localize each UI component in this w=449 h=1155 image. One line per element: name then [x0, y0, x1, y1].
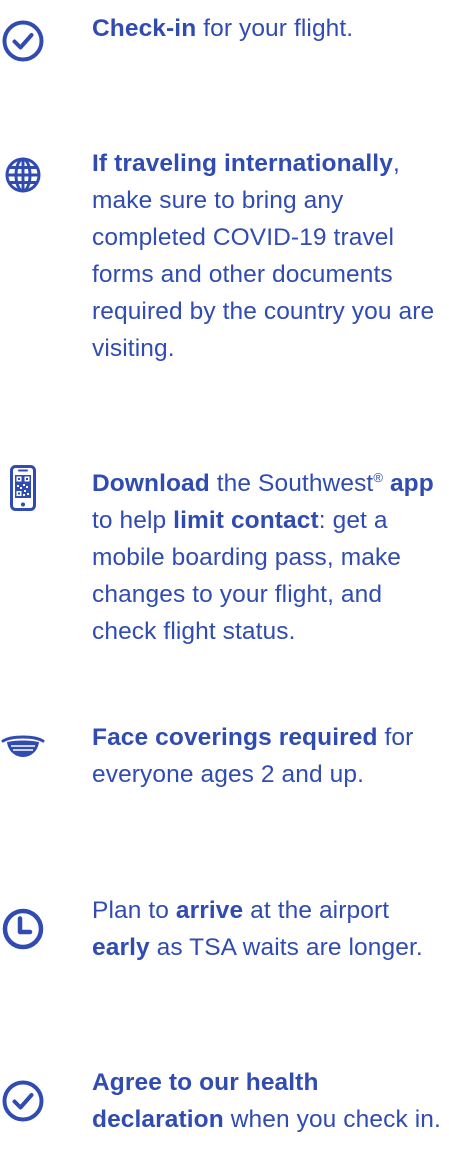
- item-text: Check-in for your flight.: [92, 15, 354, 42]
- clock-icon: [0, 906, 46, 952]
- check-circle-icon: [0, 1078, 46, 1124]
- mobile-qr-icon: [0, 465, 46, 511]
- item-text: Agree to our health declaration when you…: [92, 1069, 441, 1133]
- item-text: Face coverings required for everyone age…: [92, 724, 414, 788]
- item-text: If traveling internationally, make sure …: [92, 150, 435, 362]
- face-mask-icon: [0, 725, 46, 771]
- item-text: Download the Southwest® app to help limi…: [92, 469, 434, 645]
- item-text: Plan to arrive at the airport early as T…: [92, 897, 423, 961]
- globe-icon: [0, 152, 46, 198]
- check-circle-icon: [0, 18, 46, 64]
